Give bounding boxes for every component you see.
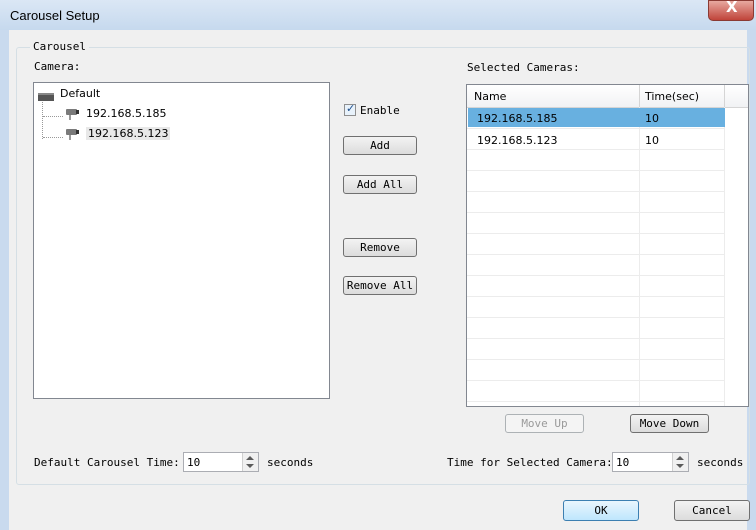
tree-node-camera[interactable]: 192.168.5.123 [64, 126, 214, 143]
spin-buttons[interactable] [242, 453, 258, 471]
tree-line [42, 97, 43, 139]
column-header-time[interactable]: Time(sec) [645, 90, 699, 103]
tree-node-label: 192.168.5.185 [86, 107, 167, 120]
selected-camera-time-label: Time for Selected Camera: [447, 456, 613, 469]
spin-down-icon[interactable] [246, 464, 254, 468]
default-carousel-time-input[interactable]: 10 [183, 452, 259, 472]
spin-value: 10 [187, 456, 201, 469]
camera-label: Camera: [34, 60, 81, 73]
add-button[interactable]: Add [343, 136, 417, 155]
spin-value: 10 [616, 456, 630, 469]
selected-camera-time-input[interactable]: 10 [612, 452, 689, 472]
move-up-button[interactable]: Move Up [505, 414, 584, 433]
column-header-name[interactable]: Name [474, 90, 506, 103]
selected-cameras-label: Selected Cameras: [467, 61, 580, 74]
camera-icon [66, 129, 79, 140]
camera-group-icon [38, 93, 54, 101]
grid-line [467, 338, 725, 339]
tree-line [43, 137, 63, 138]
table-cell-time: 10 [645, 112, 659, 125]
enable-label: Enable [360, 104, 400, 117]
default-carousel-time-label: Default Carousel Time: [34, 456, 180, 469]
grid-line [467, 254, 725, 255]
tree-node-camera[interactable]: 192.168.5.185 [64, 106, 214, 123]
grid-line [467, 212, 725, 213]
window-title: Carousel Setup [10, 8, 100, 23]
grid-line [467, 149, 725, 150]
selected-time-unit: seconds [697, 456, 744, 469]
close-icon: X [726, 0, 738, 16]
tree-node-label: Default [60, 87, 101, 100]
checkmark-icon: ✓ [346, 102, 356, 115]
spin-up-icon[interactable] [676, 456, 684, 460]
close-button[interactable]: X [708, 0, 754, 21]
grid-line [639, 107, 640, 406]
default-time-unit: seconds [267, 456, 314, 469]
list-header: Name Time(sec) [467, 85, 748, 108]
add-all-button[interactable]: Add All [343, 175, 417, 194]
camera-icon [66, 109, 79, 120]
column-separator [724, 85, 725, 107]
camera-tree[interactable]: Default 192.168.5.185 192.168.5.123 [33, 82, 330, 399]
remove-button[interactable]: Remove [343, 238, 417, 257]
grid-line [467, 191, 725, 192]
title-bar [0, 0, 756, 30]
grid-line [467, 275, 725, 276]
grid-line [724, 107, 725, 406]
remove-all-button[interactable]: Remove All [343, 276, 417, 295]
enable-checkbox[interactable]: ✓ [344, 102, 356, 116]
table-cell-time: 10 [645, 134, 659, 147]
carousel-group-label: Carousel [30, 40, 89, 53]
grid-line [467, 296, 725, 297]
grid-line [467, 233, 725, 234]
grid-line [467, 317, 725, 318]
spin-up-icon[interactable] [246, 456, 254, 460]
cancel-button[interactable]: Cancel [674, 500, 750, 521]
selected-cameras-list[interactable]: Name Time(sec) 192.168.5.185 10 192.168.… [466, 84, 749, 407]
grid-line [467, 359, 725, 360]
column-separator [639, 85, 640, 107]
table-cell-name: 192.168.5.185 [477, 112, 558, 125]
spin-down-icon[interactable] [676, 464, 684, 468]
tree-line [43, 116, 63, 117]
move-down-button[interactable]: Move Down [630, 414, 709, 433]
ok-button[interactable]: OK [563, 500, 639, 521]
window-frame-left [0, 30, 9, 530]
grid-line [467, 380, 725, 381]
grid-line [467, 401, 725, 402]
table-cell-name: 192.168.5.123 [477, 134, 558, 147]
grid-line [467, 170, 725, 171]
grid-line [467, 128, 725, 129]
spin-buttons[interactable] [672, 453, 688, 471]
tree-node-label-selected: 192.168.5.123 [86, 127, 171, 140]
